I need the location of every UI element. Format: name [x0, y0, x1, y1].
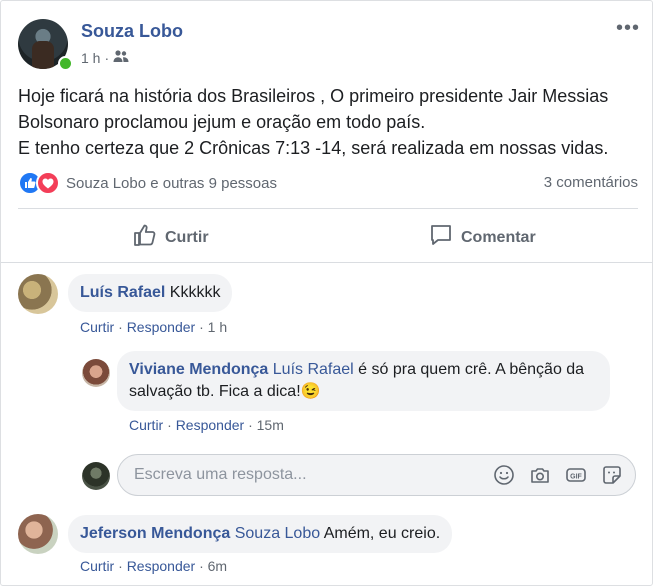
divider — [1, 262, 652, 263]
comment-bubble: Viviane Mendonça Luís Rafael é só pra qu… — [117, 351, 610, 411]
reply-tools: GIF — [493, 464, 623, 486]
comment-like-link[interactable]: Curtir — [80, 319, 114, 335]
post-text: Hoje ficará na história dos Brasileiros … — [18, 83, 638, 161]
comment-reply-link[interactable]: Responder — [127, 558, 196, 574]
post-card: Souza Lobo 1 h · ••• Hoje ficará na hist… — [0, 0, 653, 586]
comment-button[interactable]: Comentar — [429, 223, 536, 252]
comment-like-link[interactable]: Curtir — [129, 417, 163, 433]
more-options-button[interactable]: ••• — [616, 17, 640, 40]
current-user-avatar — [82, 462, 110, 490]
comment-like-link[interactable]: Curtir — [80, 558, 114, 574]
commenter-avatar[interactable] — [82, 359, 110, 387]
commenter-name[interactable]: Luís Rafael — [80, 284, 165, 301]
comment-icon — [429, 223, 453, 252]
thumbs-up-icon — [133, 223, 157, 252]
post-meta: 1 h · — [81, 49, 129, 66]
sticker-icon[interactable] — [601, 464, 623, 486]
commenter-name[interactable]: Jeferson Mendonça — [80, 525, 230, 542]
commenter-name[interactable]: Viviane Mendonça — [129, 361, 268, 378]
divider — [18, 208, 638, 209]
love-reaction-icon — [36, 171, 60, 195]
comment-reply-link[interactable]: Responder — [127, 319, 196, 335]
comment-text: Amém, eu creio. — [320, 525, 441, 542]
svg-text:GIF: GIF — [570, 473, 582, 480]
post-author-name[interactable]: Souza Lobo — [81, 21, 183, 42]
commenter-avatar[interactable] — [18, 274, 58, 314]
like-button[interactable]: Curtir — [133, 223, 209, 252]
comment-actions: Curtir · Responder · 15m — [129, 417, 284, 433]
comment-reply-link[interactable]: Responder — [176, 417, 245, 433]
reactions-text[interactable]: Souza Lobo e outras 9 pessoas — [66, 175, 277, 192]
mention-link[interactable]: Luís Rafael — [273, 361, 354, 378]
post-text-line: E tenho certeza que 2 Crônicas 7:13 -14,… — [18, 138, 609, 158]
camera-icon[interactable] — [529, 464, 551, 486]
friends-icon[interactable] — [113, 49, 129, 66]
reply-box: GIF — [117, 454, 636, 496]
mention-link[interactable]: Souza Lobo — [235, 525, 320, 542]
comment-time[interactable]: 6m — [208, 558, 227, 574]
comment-text: Kkkkkk — [165, 284, 221, 301]
comment-button-label: Comentar — [461, 228, 536, 246]
online-status-dot — [58, 56, 73, 71]
comment-bubble: Jeferson Mendonça Souza Lobo Amém, eu cr… — [68, 515, 453, 553]
comment-bubble: Luís Rafael Kkkkkk — [68, 274, 233, 312]
post-text-line: Hoje ficará na história dos Brasileiros … — [18, 86, 609, 132]
emoji-icon[interactable] — [493, 464, 515, 486]
comment-actions: Curtir · Responder · 1 h — [80, 319, 228, 335]
comment-time[interactable]: 1 h — [208, 319, 227, 335]
commenter-avatar[interactable] — [18, 514, 58, 554]
like-button-label: Curtir — [165, 228, 209, 246]
gif-icon[interactable]: GIF — [565, 464, 587, 486]
comments-count[interactable]: 3 comentários — [544, 174, 638, 191]
comment-time[interactable]: 15m — [257, 417, 284, 433]
comment-actions: Curtir · Responder · 6m — [80, 558, 228, 574]
reactions-summary[interactable]: Souza Lobo e outras 9 pessoas — [18, 171, 277, 195]
post-time[interactable]: 1 h — [81, 50, 100, 66]
reply-input[interactable] — [132, 465, 456, 485]
